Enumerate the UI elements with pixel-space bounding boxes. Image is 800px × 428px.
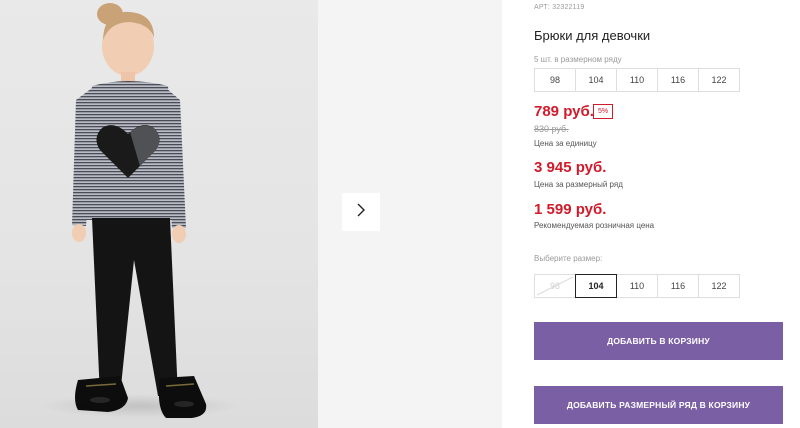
unavailable-strike-icon bbox=[536, 276, 574, 296]
size-option-116[interactable]: 116 bbox=[657, 274, 699, 298]
series-size-cell: 110 bbox=[616, 68, 658, 92]
size-option-label: 116 bbox=[670, 281, 686, 291]
series-size-cell: 98 bbox=[534, 68, 576, 92]
old-price: 830 руб. bbox=[534, 124, 569, 134]
girl-illustration bbox=[72, 3, 207, 418]
series-size-cell: 122 bbox=[698, 68, 740, 92]
unit-price-caption: Цена за единицу bbox=[534, 139, 597, 148]
chevron-right-icon bbox=[354, 203, 368, 222]
series-price: 3 945 руб. bbox=[534, 159, 607, 176]
series-size-cell: 116 bbox=[657, 68, 699, 92]
size-option-label: 104 bbox=[588, 281, 604, 291]
retail-price: 1 599 руб. bbox=[534, 201, 607, 218]
size-option-label: 122 bbox=[711, 281, 727, 291]
gallery-next-button[interactable] bbox=[342, 193, 380, 231]
article-number: АРТ: 32322119 bbox=[534, 4, 585, 11]
size-option-label: 110 bbox=[629, 281, 645, 291]
product-title: Брюки для девочки bbox=[534, 28, 651, 43]
series-size-label: 5 шт. в размерном ряду bbox=[534, 55, 622, 64]
choose-size-label: Выберите размер: bbox=[534, 254, 603, 263]
photo-floor-shadow bbox=[40, 394, 240, 418]
size-option-110[interactable]: 110 bbox=[616, 274, 658, 298]
size-option-104[interactable]: 104 bbox=[575, 274, 617, 298]
size-option-122[interactable]: 122 bbox=[698, 274, 740, 298]
series-price-caption: Цена за размерный ряд bbox=[534, 180, 623, 189]
retail-price-caption: Рекомендуемая розничная цена bbox=[534, 221, 655, 230]
size-option-98: 98 bbox=[534, 274, 576, 298]
unit-price: 789 руб. bbox=[534, 103, 594, 120]
size-picker: 98 104 110 116 122 bbox=[534, 274, 740, 298]
series-size-table: 98 104 110 116 122 bbox=[534, 68, 740, 92]
series-size-cell: 104 bbox=[575, 68, 617, 92]
add-series-to-cart-button[interactable]: ДОБАВИТЬ РАЗМЕРНЫЙ РЯД В КОРЗИНУ bbox=[534, 386, 783, 424]
product-photo bbox=[0, 0, 318, 428]
add-to-cart-button[interactable]: ДОБАВИТЬ В КОРЗИНУ bbox=[534, 322, 783, 360]
discount-badge: 5% bbox=[593, 104, 614, 119]
